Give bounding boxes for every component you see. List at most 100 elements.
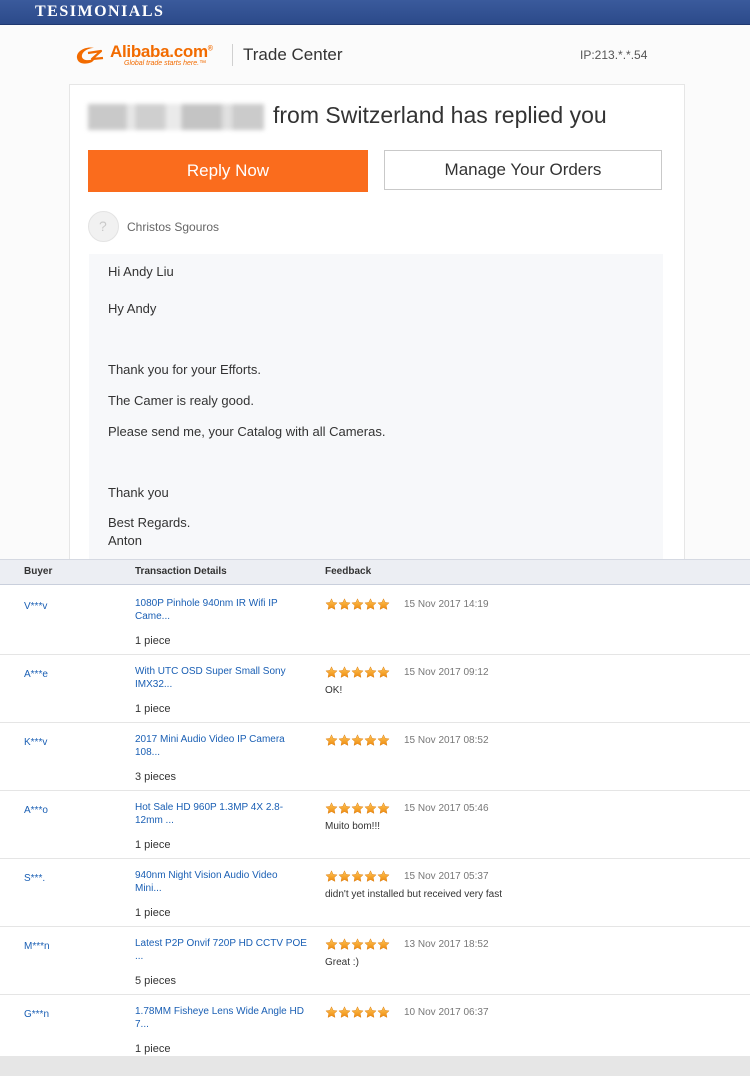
product-link[interactable]: With UTC OSD Super Small Sony IMX32... (135, 665, 315, 691)
feedback-text: didn't yet installed but received very f… (325, 889, 503, 900)
star-icon (364, 598, 377, 611)
reply-now-button[interactable]: Reply Now (88, 150, 368, 192)
message-line: Please send me, your Catalog with all Ca… (108, 424, 386, 439)
quantity: 1 piece (135, 703, 171, 715)
column-header-feedback: Feedback (325, 566, 372, 577)
product-link[interactable]: Latest P2P Onvif 720P HD CCTV POE... (135, 937, 315, 963)
star-rating (325, 1006, 390, 1019)
buyer-name[interactable]: S***. (24, 873, 45, 884)
manage-orders-button[interactable]: Manage Your Orders (384, 150, 662, 190)
quantity: 5 pieces (135, 975, 176, 987)
star-icon (364, 802, 377, 815)
column-header-details: Transaction Details (135, 566, 227, 577)
feedback-date: 15 Nov 2017 05:37 (404, 871, 489, 882)
table-row: S***. 940nm Night Vision Audio Video Mini.… (0, 859, 750, 927)
alibaba-logo[interactable]: Alibaba.com® Global trade starts here.™ (74, 42, 224, 70)
star-icon (338, 1006, 351, 1019)
logo-wordmark: Alibaba.com® (110, 42, 213, 61)
quantity: 3 pieces (135, 771, 176, 783)
star-icon (377, 666, 390, 679)
table-row: A***o Hot Sale HD 960P 1.3MP 4X 2.8- 12mm … (0, 791, 750, 859)
message-line: Hy Andy (108, 301, 157, 316)
star-icon (364, 938, 377, 951)
table-row: A***e With UTC OSD Super Small Sony IMX32.… (0, 655, 750, 723)
buyer-name[interactable]: A***e (24, 669, 48, 680)
star-icon (325, 734, 338, 747)
avatar-question-icon: ? (99, 218, 107, 234)
avatar: ? (88, 211, 119, 242)
star-icon (364, 666, 377, 679)
product-link[interactable]: 1.78MM Fisheye Lens Wide Angle HD 7... (135, 1005, 315, 1031)
feedback-table-header: Buyer Transaction Details Feedback (0, 559, 750, 585)
star-icon (325, 666, 338, 679)
star-icon (325, 938, 338, 951)
feedback-date: 15 Nov 2017 05:46 (404, 803, 489, 814)
star-icon (351, 802, 364, 815)
star-icon (351, 734, 364, 747)
star-icon (351, 870, 364, 883)
star-rating (325, 598, 390, 611)
star-icon (338, 870, 351, 883)
product-link[interactable]: 1080P Pinhole 940nm IR Wifi IP Came... (135, 597, 315, 623)
star-icon (377, 598, 390, 611)
feedback-date: 10 Nov 2017 06:37 (404, 1007, 489, 1018)
column-header-buyer: Buyer (24, 566, 53, 577)
table-row: K***v 2017 Mini Audio Video IP Camera 108.… (0, 723, 750, 791)
feedback-text: Great :) (325, 957, 359, 968)
star-rating (325, 938, 390, 951)
quantity: 1 piece (135, 839, 171, 851)
table-row: M***n Latest P2P Onvif 720P HD CCTV POE..… (0, 927, 750, 995)
message-line: Hi Andy Liu (108, 264, 174, 279)
message-line: Thank you for your Efforts. (108, 362, 261, 377)
star-icon (325, 870, 338, 883)
buyer-name[interactable]: A***o (24, 805, 48, 816)
testimonials-banner: TESIMONIALS (0, 0, 750, 25)
message-line: Thank you (108, 485, 169, 500)
star-icon (377, 734, 390, 747)
feedback-date: 13 Nov 2017 18:52 (404, 939, 489, 950)
feedback-date: 15 Nov 2017 09:12 (404, 667, 489, 678)
star-icon (338, 734, 351, 747)
logo-tagline: Global trade starts here.™ (124, 60, 207, 67)
star-icon (325, 1006, 338, 1019)
product-link[interactable]: Hot Sale HD 960P 1.3MP 4X 2.8- 12mm ... (135, 801, 315, 827)
blurred-sender-name (88, 104, 264, 130)
star-icon (338, 598, 351, 611)
quantity: 1 piece (135, 907, 171, 919)
buyer-name[interactable]: K***v (24, 737, 47, 748)
star-icon (351, 938, 364, 951)
buyer-name[interactable]: G***n (24, 1009, 49, 1020)
star-rating (325, 666, 390, 679)
buyer-name[interactable]: V***v (24, 601, 47, 612)
feedback-text: OK! (325, 685, 343, 696)
star-icon (351, 1006, 364, 1019)
message-line: Best Regards. (108, 515, 191, 530)
table-row: V***v 1080P Pinhole 940nm IR Wifi IP Came.… (0, 587, 750, 655)
feedback-date: 15 Nov 2017 08:52 (404, 735, 489, 746)
footer-bar (0, 1056, 750, 1076)
feedback-text: Muito bom!!! (325, 821, 381, 832)
star-icon (377, 870, 390, 883)
buyer-name[interactable]: M***n (24, 941, 50, 952)
banner-title: TESIMONIALS (35, 3, 165, 20)
star-icon (338, 802, 351, 815)
product-link[interactable]: 2017 Mini Audio Video IP Camera 108... (135, 733, 315, 759)
product-link[interactable]: 940nm Night Vision Audio Video Mini... (135, 869, 315, 895)
star-icon (338, 666, 351, 679)
star-icon (364, 734, 377, 747)
feedback-date: 15 Nov 2017 14:19 (404, 599, 489, 610)
star-rating (325, 870, 390, 883)
star-icon (338, 938, 351, 951)
message-line: Anton (108, 533, 142, 548)
star-icon (325, 802, 338, 815)
app-name: Trade Center (243, 45, 343, 64)
star-icon (325, 598, 338, 611)
star-rating (325, 734, 390, 747)
email-headline: from Switzerland has replied you (273, 102, 607, 128)
star-icon (377, 1006, 390, 1019)
star-icon (364, 1006, 377, 1019)
sender-name: Christos Sgouros (127, 220, 220, 234)
star-icon (351, 598, 364, 611)
star-rating (325, 802, 390, 815)
quantity: 1 piece (135, 1043, 171, 1055)
